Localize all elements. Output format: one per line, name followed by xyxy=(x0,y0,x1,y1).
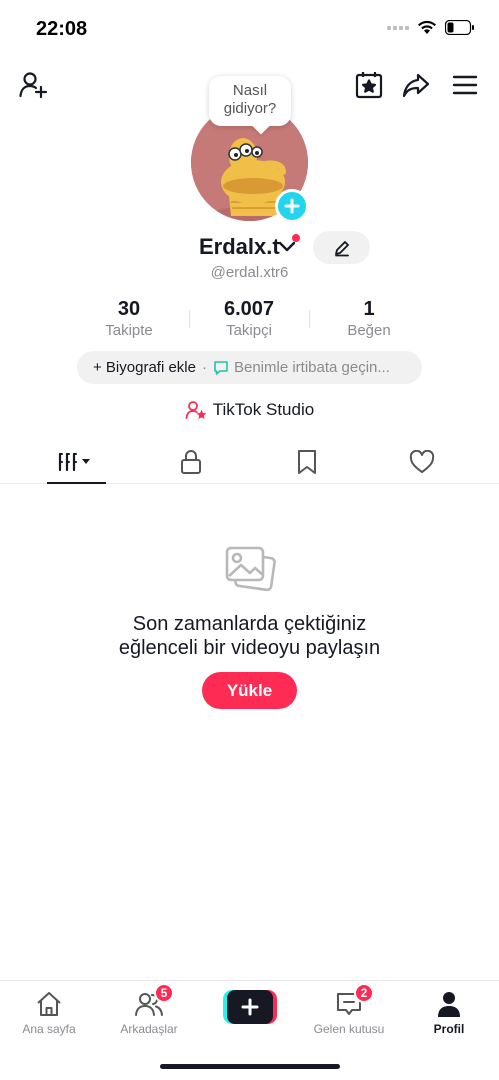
chevron-down-icon[interactable] xyxy=(278,240,296,254)
calendar-star-icon[interactable] xyxy=(352,68,386,102)
signal-icon xyxy=(387,25,409,30)
tab-private[interactable] xyxy=(160,440,222,484)
empty-line-1: Son zamanlarda çektiğiniz xyxy=(132,613,367,635)
add-avatar-button[interactable] xyxy=(275,189,309,223)
stat-label: Takipte xyxy=(105,322,153,339)
status-icons xyxy=(387,20,475,35)
status-time: 22:08 xyxy=(36,18,88,40)
bio-pill: + Biyografi ekle · Benimle irtibata geçi… xyxy=(77,351,422,384)
nav-profile[interactable]: Profil xyxy=(404,989,494,1036)
edit-profile-button[interactable] xyxy=(313,231,370,264)
username[interactable]: Erdalx.t xyxy=(199,234,280,260)
stat-label: Beğen xyxy=(347,322,391,339)
content-tabs xyxy=(0,440,499,484)
home-indicator xyxy=(160,1064,340,1069)
user-handle: @erdal.xtr6 xyxy=(210,264,289,281)
battery-icon xyxy=(445,20,474,35)
add-bio-button[interactable]: + Biyografi ekle xyxy=(93,359,196,376)
bubble-line-2: gidiyor? xyxy=(223,100,277,117)
stat-following[interactable]: 30 Takipte xyxy=(69,298,189,339)
tab-saved[interactable] xyxy=(276,440,338,484)
home-icon xyxy=(32,989,66,1019)
friends-badge: 5 xyxy=(154,983,174,1003)
notification-dot xyxy=(292,234,300,242)
friends-icon: 5 xyxy=(132,983,174,1019)
photo-stack-icon xyxy=(223,544,277,603)
menu-icon[interactable] xyxy=(448,68,482,102)
contact-button[interactable]: Benimle irtibata geçin... xyxy=(213,359,390,376)
nav-friends[interactable]: 5 Arkadaşlar xyxy=(104,983,194,1036)
tiktok-studio-link[interactable]: TikTok Studio xyxy=(0,400,499,420)
nav-home-label: Ana sayfa xyxy=(22,1022,76,1036)
add-friend-icon[interactable] xyxy=(16,68,50,102)
stat-value: 30 xyxy=(117,298,141,320)
wifi-icon xyxy=(418,20,436,34)
pencil-icon xyxy=(334,240,349,256)
stat-label: Takipçi xyxy=(226,322,272,339)
stat-likes[interactable]: 1 Beğen xyxy=(309,298,429,339)
contact-label: Benimle irtibata geçin... xyxy=(233,359,390,376)
plus-icon xyxy=(284,198,300,214)
bookmark-icon xyxy=(298,450,316,474)
empty-state-message: Son zamanlarda çektiğiniz eğlenceli bir … xyxy=(0,612,499,660)
nav-friends-label: Arkadaşlar xyxy=(120,1022,178,1036)
empty-line-2: eğlenceli bir videoyu paylaşın xyxy=(118,637,381,659)
status-bubble[interactable]: Nasıl gidiyor? xyxy=(209,76,291,126)
stat-followers[interactable]: 6.007 Takipçi xyxy=(189,298,309,339)
grid-filter-icon xyxy=(58,452,90,472)
nav-inbox[interactable]: 2 Gelen kutusu xyxy=(304,983,394,1036)
studio-label: TikTok Studio xyxy=(212,400,315,419)
plus-icon xyxy=(241,998,259,1016)
heart-icon xyxy=(409,450,435,473)
inbox-badge: 2 xyxy=(354,983,374,1003)
create-button-face xyxy=(227,990,273,1024)
nav-profile-label: Profil xyxy=(433,1022,465,1036)
inbox-icon: 2 xyxy=(332,983,374,1019)
lock-icon xyxy=(181,450,201,474)
upload-button[interactable]: Yükle xyxy=(202,672,297,709)
username-row: Erdalx.t xyxy=(0,232,499,264)
bubble-line-1: Nasıl xyxy=(232,82,268,99)
create-button[interactable] xyxy=(223,990,277,1024)
active-tab-indicator xyxy=(47,482,106,484)
message-icon xyxy=(214,360,228,375)
status-bar: 22:08 xyxy=(0,0,499,60)
share-icon[interactable] xyxy=(399,68,433,102)
stat-value: 6.007 xyxy=(223,298,275,320)
stat-value: 1 xyxy=(363,298,375,320)
creator-star-icon xyxy=(185,401,207,419)
nav-inbox-label: Gelen kutusu xyxy=(313,1022,385,1036)
tab-videos[interactable] xyxy=(45,440,107,484)
profile-icon xyxy=(432,989,466,1019)
tab-liked[interactable] xyxy=(391,440,453,484)
bio-separator: · xyxy=(201,359,207,376)
profile-stats: 30 Takipte 6.007 Takipçi 1 Beğen xyxy=(0,298,499,342)
nav-home[interactable]: Ana sayfa xyxy=(4,989,94,1036)
